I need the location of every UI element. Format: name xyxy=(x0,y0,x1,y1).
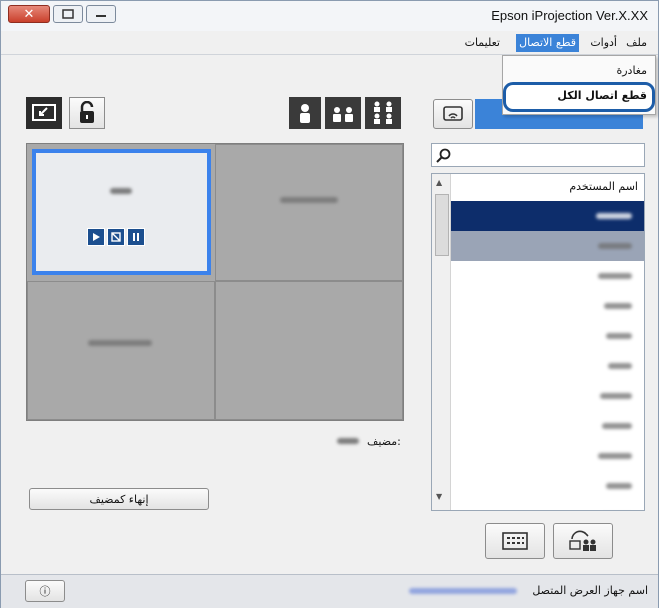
projector-wifi-icon xyxy=(443,106,463,121)
play-icon xyxy=(93,233,100,241)
exit-fullscreen-icon xyxy=(32,104,56,121)
menu-help[interactable]: تعليمات xyxy=(462,34,503,52)
user-name-blurred xyxy=(608,363,632,369)
keyboard-button[interactable] xyxy=(485,523,545,559)
app-window: ✕ Epson iProjection Ver.X.XX ملف أدوات ق… xyxy=(0,0,659,608)
four-persons-icon xyxy=(374,101,392,124)
scroll-down-icon: ▼ xyxy=(436,492,443,501)
user-name-blurred xyxy=(606,483,632,489)
end-moderator-button[interactable]: إنهاء كمضيف xyxy=(29,488,209,510)
exit-fullscreen-button[interactable] xyxy=(26,97,62,129)
keyboard-icon xyxy=(502,532,528,550)
scrollbar-thumb[interactable] xyxy=(435,194,449,256)
user-list-row[interactable] xyxy=(451,411,644,441)
unlock-icon xyxy=(80,101,94,123)
menu-bar: ملف أدوات قطع الاتصال تعليمات xyxy=(1,32,658,54)
user-list-row[interactable] xyxy=(451,321,644,351)
minimize-icon xyxy=(96,15,106,17)
menu-disconnect[interactable]: قطع الاتصال xyxy=(516,34,579,52)
info-button[interactable]: ⓘ xyxy=(25,580,65,602)
search-field[interactable] xyxy=(431,143,645,167)
connected-projector-name-blurred xyxy=(409,588,517,594)
lock-button[interactable] xyxy=(69,97,105,129)
user-list-row[interactable] xyxy=(451,351,644,381)
close-icon: ✕ xyxy=(23,6,35,22)
user-list-row[interactable] xyxy=(451,201,644,231)
user-name-blurred xyxy=(602,423,632,429)
projector-button[interactable] xyxy=(433,99,473,129)
user-list-row[interactable] xyxy=(451,261,644,291)
projection-tile[interactable] xyxy=(27,281,215,420)
stop-button[interactable] xyxy=(107,228,125,246)
user-name-blurred xyxy=(598,273,632,279)
pause-button[interactable] xyxy=(127,228,145,246)
projection-tile[interactable] xyxy=(215,144,403,281)
play-button[interactable] xyxy=(87,228,105,246)
maximize-icon xyxy=(62,9,74,19)
end-moderator-label: إنهاء كمضيف xyxy=(89,492,149,506)
user-list-header: اسم المستخدم xyxy=(569,180,638,193)
tile-user-name-blurred xyxy=(110,188,132,194)
tile-user-name-blurred xyxy=(280,197,338,203)
menu-item-leave[interactable]: مغادرة xyxy=(616,64,647,77)
info-icon: ⓘ xyxy=(39,585,51,598)
moderator-label: مضيف: xyxy=(367,435,401,448)
scrollbar[interactable]: ▲ ▼ xyxy=(432,174,451,510)
user-name-blurred xyxy=(600,393,632,399)
menu-item-disconnect-all[interactable]: قطع اتصال الكل xyxy=(557,89,647,102)
layout-1-button[interactable] xyxy=(289,97,321,129)
user-name-blurred xyxy=(606,333,632,339)
status-bar: ⓘ اسم جهاز العرض المتصل xyxy=(1,574,658,608)
user-name-blurred xyxy=(598,453,632,459)
projection-area xyxy=(26,143,404,421)
user-list-row[interactable] xyxy=(451,291,644,321)
layout-4-button[interactable] xyxy=(365,97,401,129)
user-list-row[interactable] xyxy=(451,471,644,501)
projection-tile-empty[interactable] xyxy=(215,281,403,420)
pause-icon xyxy=(133,233,139,241)
user-name-blurred xyxy=(598,243,632,249)
close-button[interactable]: ✕ xyxy=(8,5,50,23)
disconnect-dropdown: مغادرة قطع اتصال الكل xyxy=(502,55,656,115)
title-bar: ✕ Epson iProjection Ver.X.XX xyxy=(1,1,658,31)
user-list-row[interactable] xyxy=(451,441,644,471)
user-name-blurred xyxy=(596,213,632,219)
maximize-button[interactable] xyxy=(53,5,83,23)
minimize-button[interactable] xyxy=(86,5,116,23)
window-title: Epson iProjection Ver.X.XX xyxy=(491,8,648,23)
layout-2-button[interactable] xyxy=(325,97,361,129)
two-persons-icon xyxy=(333,107,353,122)
projection-tile-active[interactable] xyxy=(32,149,211,275)
share-button[interactable] xyxy=(553,523,613,559)
user-name-blurred xyxy=(604,303,632,309)
share-users-icon xyxy=(569,530,596,551)
connected-projector-label: اسم جهاز العرض المتصل xyxy=(532,584,648,597)
user-list: ▲ ▼ اسم المستخدم xyxy=(431,173,645,511)
tile-user-name-blurred xyxy=(88,340,152,346)
single-person-icon xyxy=(300,104,310,123)
moderator-name-blurred xyxy=(337,438,359,444)
menu-file[interactable]: ملف xyxy=(623,34,650,52)
menu-tools[interactable]: أدوات xyxy=(587,34,620,52)
search-icon xyxy=(436,148,451,163)
user-list-row[interactable] xyxy=(451,231,644,261)
user-list-row[interactable] xyxy=(451,381,644,411)
stop-icon xyxy=(111,232,121,242)
scroll-up-icon: ▲ xyxy=(436,178,443,187)
user-list-row[interactable] xyxy=(451,501,644,510)
